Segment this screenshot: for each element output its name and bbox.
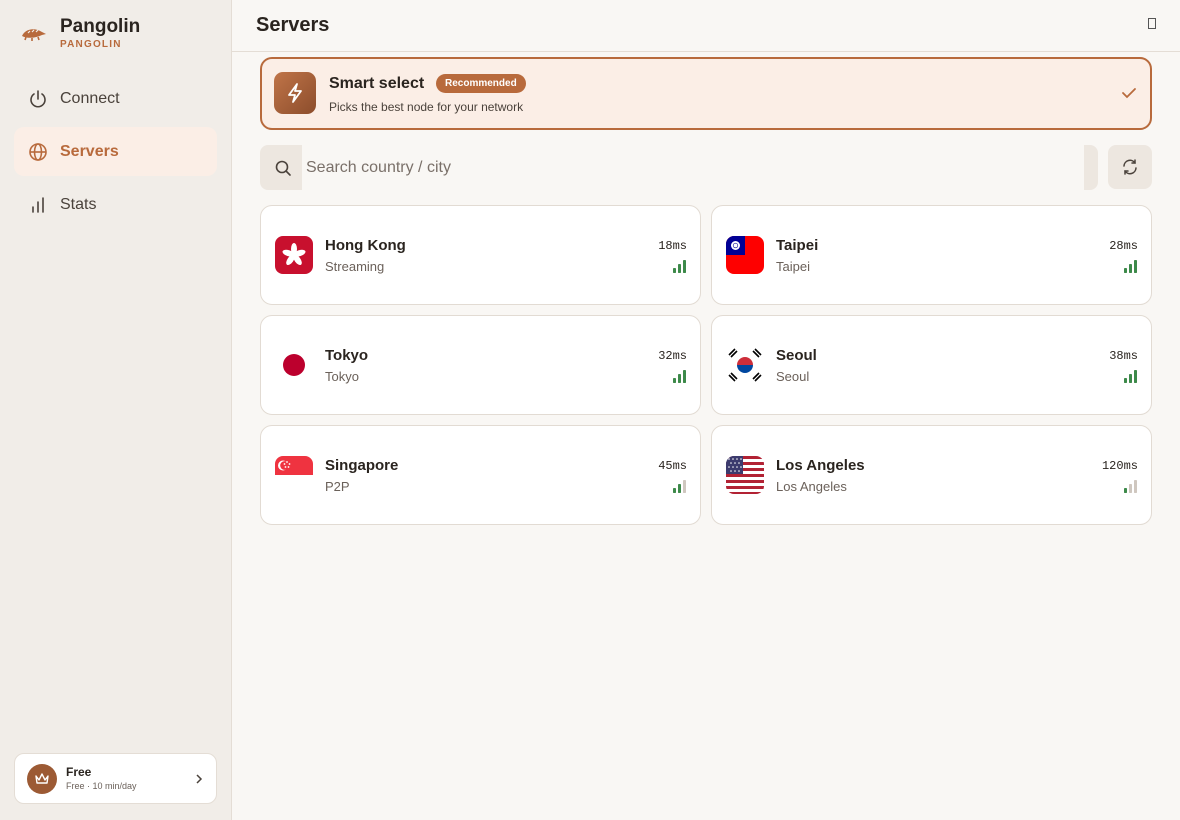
server-latency: 32ms — [658, 349, 687, 363]
signal-bar — [1124, 378, 1127, 383]
app-name: Pangolin — [60, 16, 141, 37]
refresh-button[interactable] — [1108, 145, 1152, 189]
sidebar-item-label: Stats — [60, 195, 97, 213]
server-city: Hong Kong — [325, 237, 406, 254]
sidebar-item-stats[interactable]: Stats — [14, 180, 217, 229]
window-control-icon[interactable] — [1148, 18, 1156, 29]
plan-title: Free — [66, 765, 92, 779]
search-icon — [275, 160, 291, 176]
server-tag: P2P — [325, 479, 350, 494]
server-latency: 18ms — [658, 239, 687, 253]
kr-flag-icon — [726, 346, 764, 384]
plan-card[interactable]: Free Free · 10 min/day — [14, 753, 217, 804]
signal-bar — [1129, 374, 1132, 383]
signal-bar — [1129, 484, 1132, 493]
tw-flag-icon — [726, 236, 764, 274]
plan-subtitle: Free · 10 min/day — [66, 781, 137, 791]
checkmark-icon — [1122, 88, 1136, 99]
signal-bar — [1134, 370, 1137, 383]
server-card-seoul[interactable]: Seoul Seoul 38ms — [711, 315, 1152, 415]
signal-bar — [673, 378, 676, 383]
app-subtitle: PANGOLIN — [60, 39, 122, 50]
server-card-taipei[interactable]: Taipei Taipei 28ms — [711, 205, 1152, 305]
power-icon — [30, 89, 46, 107]
sg-flag-icon — [275, 456, 313, 494]
bar-chart-icon — [32, 196, 44, 213]
signal-bar — [673, 268, 676, 273]
search-bar — [260, 145, 1098, 190]
server-card-singapore[interactable]: Singapore P2P 45ms — [260, 425, 701, 525]
signal-bar — [683, 260, 686, 273]
globe-icon — [29, 142, 47, 161]
pangolin-logo-icon — [22, 29, 46, 41]
signal-icon — [1124, 260, 1137, 273]
sidebar-item-connect[interactable]: Connect — [14, 74, 217, 123]
signal-bar — [1124, 488, 1127, 493]
jp-flag-icon — [275, 346, 313, 384]
signal-icon — [673, 480, 686, 493]
signal-bar — [678, 264, 681, 273]
server-city: Los Angeles — [776, 457, 865, 474]
sidebar-nav: Connect Servers Stats — [14, 74, 217, 233]
brand: Pangolin PANGOLIN — [20, 16, 140, 52]
hk-flag-icon — [275, 236, 313, 274]
server-tag: Los Angeles — [776, 479, 847, 494]
signal-icon — [1124, 370, 1137, 383]
server-tag: Streaming — [325, 259, 385, 274]
server-latency: 120ms — [1101, 459, 1138, 473]
signal-bar — [678, 484, 681, 493]
server-city: Seoul — [776, 347, 817, 364]
refresh-icon — [1123, 159, 1137, 175]
search-input[interactable] — [302, 145, 1084, 190]
server-city: Taipei — [776, 237, 819, 254]
chevron-right-icon — [196, 773, 203, 784]
us-flag-icon — [726, 456, 764, 494]
header: Servers — [232, 0, 1180, 52]
signal-bar — [683, 480, 686, 493]
signal-bar — [1124, 268, 1127, 273]
server-city: Singapore — [325, 457, 399, 474]
signal-icon — [673, 260, 686, 273]
server-tag: Taipei — [776, 259, 810, 274]
server-latency: 45ms — [658, 459, 687, 473]
sidebar-item-servers[interactable]: Servers — [14, 127, 217, 176]
sidebar-item-label: Servers — [60, 142, 119, 160]
signal-bar — [1129, 264, 1132, 273]
signal-bar — [1134, 260, 1137, 273]
signal-bar — [678, 374, 681, 383]
server-latency: 28ms — [1109, 239, 1138, 253]
sidebar-item-label: Connect — [60, 89, 120, 107]
recommended-badge: Recommended — [436, 74, 526, 93]
signal-icon — [1124, 480, 1137, 493]
main-panel: Servers Smart select Recommended Picks t… — [232, 0, 1180, 820]
signal-bar — [1134, 480, 1137, 493]
crown-icon — [27, 763, 57, 794]
smart-select-option[interactable]: Smart select Recommended Picks the best … — [260, 57, 1152, 130]
server-card-hong-kong[interactable]: Hong Kong Streaming 18ms — [260, 205, 701, 305]
smart-select-title: Smart select — [329, 75, 425, 92]
server-latency: 38ms — [1109, 349, 1138, 363]
server-tag: Tokyo — [325, 369, 359, 384]
signal-bar — [673, 488, 676, 493]
server-card-tokyo[interactable]: Tokyo Tokyo 32ms — [260, 315, 701, 415]
server-card-los-angeles[interactable]: Los Angeles Los Angeles 120ms — [711, 425, 1152, 525]
signal-icon — [673, 370, 686, 383]
server-city: Tokyo — [325, 347, 369, 364]
signal-bar — [683, 370, 686, 383]
page-title: Servers — [256, 14, 330, 36]
smart-select-subtitle: Picks the best node for your network — [329, 100, 524, 114]
server-tag: Seoul — [776, 369, 810, 384]
sidebar: Pangolin PANGOLIN Connect Servers Stats — [0, 0, 232, 820]
lightning-icon — [274, 72, 316, 114]
